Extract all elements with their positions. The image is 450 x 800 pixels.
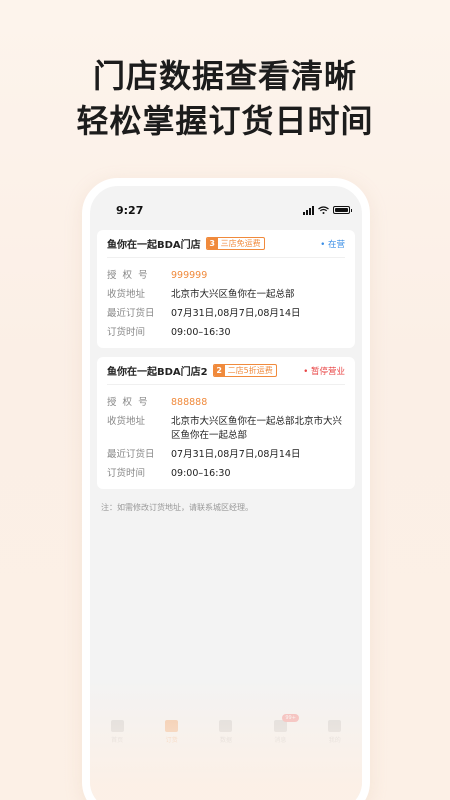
tab-label: 我的 [328, 737, 341, 744]
store-list: 鱼你在一起BDA门店 3 三店免运费 • 在营 授 权 号 999999 收货地… [90, 224, 362, 513]
order-time-value: 09:00–16:30 [171, 327, 231, 338]
status-time: 9:27 [116, 203, 144, 217]
auth-row: 授 权 号 888888 [107, 396, 345, 410]
store-card[interactable]: 鱼你在一起BDA门店 3 三店免运费 • 在营 授 权 号 999999 收货地… [97, 230, 355, 348]
status-badge: • 在营 [320, 239, 345, 250]
auth-label: 授 权 号 [107, 397, 148, 408]
phone-frame: 9:27 鱼你在一起BDA门店 3 三店免运费 • 在营 授 权 号 99999… [82, 178, 370, 800]
address-label: 收货地址 [107, 416, 146, 427]
store-card-header: 鱼你在一起BDA门店 3 三店免运费 • 在营 [107, 230, 345, 258]
address-row: 收货地址 北京市大兴区鱼你在一起总部北京市大兴区鱼你在一起总部 [107, 415, 345, 443]
tag-text: 二店5折运费 [227, 366, 273, 375]
tab-label: 订货 [165, 737, 178, 744]
address-label: 收货地址 [107, 289, 146, 300]
tab-label: 首页 [111, 737, 124, 744]
recent-order-label: 最近订货日 [107, 308, 155, 319]
tag-number: 2 [213, 365, 225, 376]
tag-text: 三店免运费 [220, 239, 261, 248]
address-row: 收货地址 北京市大兴区鱼你在一起总部 [107, 288, 345, 302]
address-value: 北京市大兴区鱼你在一起总部北京市大兴区鱼你在一起总部 [171, 416, 343, 441]
tab-home[interactable]: 首页 [97, 720, 137, 744]
order-time-value: 09:00–16:30 [171, 468, 231, 479]
recent-order-value: 07月31日,08月7日,08月14日 [171, 449, 301, 460]
order-time-label: 订货时间 [107, 327, 146, 338]
address-note: 注：如需修改订货地址，请联系城区经理。 [101, 503, 253, 512]
unread-badge: 99+ [282, 714, 299, 722]
status-badge: • 暂停营业 [303, 366, 345, 377]
address-value: 北京市大兴区鱼你在一起总部 [171, 289, 295, 300]
user-icon [328, 720, 342, 732]
tab-data[interactable]: 数据 [206, 720, 246, 744]
tab-messages[interactable]: 99+ 消息 [260, 714, 300, 744]
bottom-tabbar: 首页 订货 数据 99+ 消息 我的 [90, 712, 362, 752]
tag-number: 3 [206, 238, 218, 249]
chart-icon [219, 720, 233, 732]
headline-line-1: 门店数据查看清晰 [92, 57, 357, 95]
headline-line-2: 轻松掌握订货日时间 [76, 102, 374, 140]
store-name: 鱼你在一起BDA门店2 [107, 367, 208, 378]
recent-order-row: 最近订货日 07月31日,08月7日,08月14日 [107, 307, 345, 321]
status-icons [303, 205, 352, 215]
auth-value: 999999 [171, 270, 208, 281]
home-icon [110, 720, 124, 732]
promo-headline: 门店数据查看清晰 轻松掌握订货日时间 [0, 54, 450, 144]
tab-order[interactable]: 订货 [152, 720, 192, 744]
tab-label: 数据 [219, 737, 232, 744]
auth-row: 授 权 号 999999 [107, 269, 345, 283]
recent-order-row: 最近订货日 07月31日,08月7日,08月14日 [107, 448, 345, 462]
order-time-row: 订货时间 09:00–16:30 [107, 326, 345, 340]
battery-icon [333, 206, 352, 214]
auth-label: 授 权 号 [107, 270, 148, 281]
signal-icon [303, 205, 314, 215]
store-name: 鱼你在一起BDA门店 [107, 240, 201, 251]
shipping-tag: 2 二店5折运费 [212, 364, 277, 377]
tab-mine[interactable]: 我的 [315, 720, 355, 744]
store-card[interactable]: 鱼你在一起BDA门店2 2 二店5折运费 • 暂停营业 授 权 号 888888… [97, 357, 355, 489]
recent-order-value: 07月31日,08月7日,08月14日 [171, 308, 301, 319]
order-time-label: 订货时间 [107, 468, 146, 479]
recent-order-label: 最近订货日 [107, 449, 155, 460]
order-time-row: 订货时间 09:00–16:30 [107, 467, 345, 481]
store-card-header: 鱼你在一起BDA门店2 2 二店5折运费 • 暂停营业 [107, 357, 345, 385]
cart-icon [165, 720, 179, 732]
wifi-icon [318, 206, 329, 214]
tab-label: 消息 [274, 737, 287, 744]
status-bar: 9:27 [90, 196, 362, 224]
shipping-tag: 3 三店免运费 [205, 237, 265, 250]
auth-value: 888888 [171, 397, 208, 408]
